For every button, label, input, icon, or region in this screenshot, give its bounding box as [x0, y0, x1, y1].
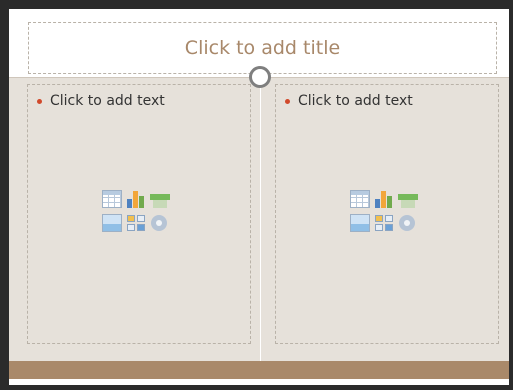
- slide-frame: Click to add title Click to add text Cli…: [0, 0, 513, 390]
- column-divider: [260, 78, 261, 361]
- bottom-strip: [9, 379, 509, 385]
- bullet-line-right: Click to add text: [285, 93, 413, 109]
- insert-chart-icon[interactable]: [374, 190, 394, 208]
- bullet-dot-icon: [285, 98, 290, 104]
- content-placeholder-right[interactable]: Click to add text: [275, 84, 499, 344]
- insert-table-icon[interactable]: [102, 190, 122, 208]
- footer-bar: [9, 361, 509, 379]
- insert-clipart-icon[interactable]: [374, 214, 394, 232]
- content-placeholder-left-text: Click to add text: [50, 93, 165, 109]
- title-placeholder-text: Click to add title: [184, 37, 341, 59]
- insert-content-icons-right: [350, 190, 420, 236]
- insert-table-icon[interactable]: [350, 190, 370, 208]
- bullet-line-left: Click to add text: [37, 93, 165, 109]
- decorative-circle: [249, 66, 271, 88]
- insert-smartart-icon[interactable]: [150, 190, 170, 208]
- insert-chart-icon[interactable]: [126, 190, 146, 208]
- content-placeholder-right-text: Click to add text: [298, 93, 413, 109]
- insert-content-icons-left: [102, 190, 172, 236]
- insert-media-icon[interactable]: [398, 214, 418, 232]
- content-placeholder-left[interactable]: Click to add text: [27, 84, 251, 344]
- insert-clipart-icon[interactable]: [126, 214, 146, 232]
- insert-picture-icon[interactable]: [350, 214, 370, 232]
- insert-media-icon[interactable]: [150, 214, 170, 232]
- slide-canvas: Click to add title Click to add text Cli…: [9, 9, 509, 385]
- insert-picture-icon[interactable]: [102, 214, 122, 232]
- bullet-dot-icon: [37, 98, 42, 104]
- insert-smartart-icon[interactable]: [398, 190, 418, 208]
